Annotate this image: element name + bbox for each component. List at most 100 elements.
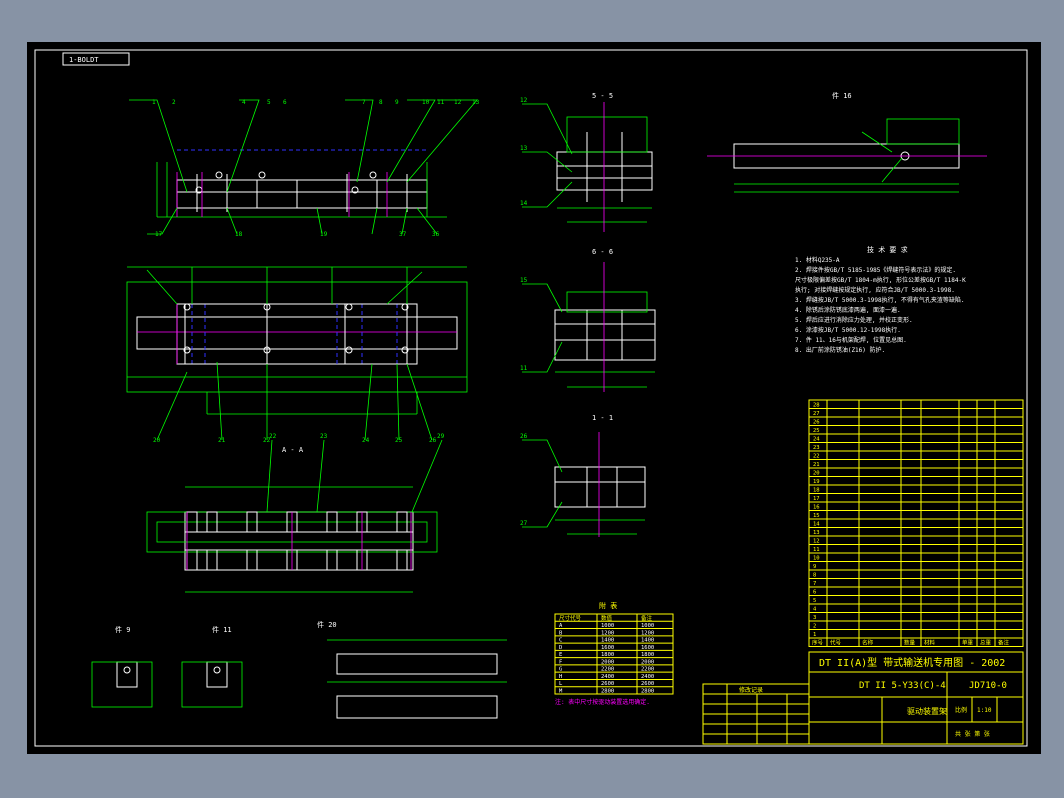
part-16-detail: 件 16 bbox=[707, 91, 987, 193]
bom-row-number: 22 bbox=[813, 454, 820, 460]
svg-text:7: 7 bbox=[362, 99, 366, 106]
bom-header-cell: 备注 bbox=[998, 639, 1010, 647]
svg-text:20: 20 bbox=[153, 437, 161, 444]
svg-text:12: 12 bbox=[454, 99, 462, 106]
bom-row-number: 11 bbox=[813, 547, 820, 553]
svg-text:2: 2 bbox=[172, 99, 176, 106]
svg-text:15: 15 bbox=[520, 277, 528, 284]
bom-row-number: 1 bbox=[813, 632, 816, 638]
bottom-view: 22 23 29 A - A bbox=[146, 433, 445, 593]
bom-row-number: 27 bbox=[813, 411, 820, 417]
svg-text:26: 26 bbox=[520, 433, 528, 440]
svg-text:修改记录: 修改记录 bbox=[739, 686, 763, 694]
svg-text:1: 1 bbox=[152, 99, 156, 106]
svg-text:17: 17 bbox=[155, 231, 163, 238]
svg-text:11: 11 bbox=[520, 365, 528, 372]
svg-text:比例: 比例 bbox=[955, 706, 967, 714]
svg-text:29: 29 bbox=[437, 433, 445, 440]
svg-text:共 张 第 张: 共 张 第 张 bbox=[955, 730, 990, 738]
table-cell: 2800 bbox=[601, 689, 614, 695]
svg-text:8. 出厂前涂防锈油(Z16) 防护.: 8. 出厂前涂防锈油(Z16) 防护. bbox=[795, 346, 885, 354]
bom-row-number: 9 bbox=[813, 564, 816, 570]
svg-text:4: 4 bbox=[242, 99, 246, 106]
table-cell: 备注 bbox=[641, 614, 653, 622]
bom-row-number: 28 bbox=[813, 403, 820, 409]
table-cell: 2800 bbox=[641, 689, 654, 695]
bom-row-number: 5 bbox=[813, 598, 816, 604]
bom-row-number: 16 bbox=[813, 505, 820, 511]
svg-text:36: 36 bbox=[432, 231, 440, 238]
svg-text:13: 13 bbox=[472, 99, 480, 106]
part-name: 驱动装置架 bbox=[907, 706, 947, 716]
svg-text:技 术 要 求: 技 术 要 求 bbox=[867, 245, 908, 254]
bom-header-cell: 材料 bbox=[924, 639, 936, 647]
bom-row-number: 3 bbox=[813, 615, 816, 621]
svg-text:A - A: A - A bbox=[282, 446, 304, 454]
detail-views: 件 9 件 11 件 20 bbox=[91, 620, 507, 719]
drawing-number: DT II 5-Y33(C)-4 bbox=[859, 681, 946, 691]
svg-text:23: 23 bbox=[320, 433, 328, 440]
svg-text:1. 材料Q235-A: 1. 材料Q235-A bbox=[795, 256, 840, 264]
svg-text:7. 件 11、16与机架配焊, 位置见总图.: 7. 件 11、16与机架配焊, 位置见总图. bbox=[795, 336, 907, 344]
svg-text:37: 37 bbox=[399, 231, 407, 238]
section-views: 5 - 5 121314 6 - 6 1511 1 - 1 2627 bbox=[520, 92, 656, 537]
cad-canvas[interactable]: 1-BOLDT 12 456 7 8 9 10 11 12 13 17 18 1… bbox=[27, 42, 1041, 754]
revision-block: 修改记录 bbox=[702, 683, 810, 745]
svg-text:12: 12 bbox=[520, 97, 528, 104]
bom-row-number: 15 bbox=[813, 513, 820, 519]
svg-text:21: 21 bbox=[218, 437, 226, 444]
svg-text:18: 18 bbox=[235, 231, 243, 238]
bom-row-number: 20 bbox=[813, 471, 820, 477]
bom-row-number: 4 bbox=[813, 607, 817, 613]
bom-header-cell: 单重 bbox=[962, 639, 974, 647]
table-cell: 数值 bbox=[601, 614, 613, 622]
bom-header-cell: 数量 bbox=[904, 639, 916, 647]
bom-row-number: 18 bbox=[813, 488, 820, 494]
svg-text:件 11: 件 11 bbox=[212, 625, 232, 634]
svg-text:5. 焊后应进行消除应力处理, 并校正变形.: 5. 焊后应进行消除应力处理, 并校正变形. bbox=[795, 316, 913, 324]
svg-text:3. 焊缝按JB/T 5000.3-1998执行, 不得有气: 3. 焊缝按JB/T 5000.3-1998执行, 不得有气孔夹渣等缺陷. bbox=[795, 296, 964, 304]
svg-text:4. 除锈后涂防锈底漆两遍, 面漆一遍.: 4. 除锈后涂防锈底漆两遍, 面漆一遍. bbox=[795, 306, 901, 314]
svg-text:5: 5 bbox=[267, 99, 271, 106]
bom-row-number: 7 bbox=[813, 581, 816, 587]
svg-text:件 9: 件 9 bbox=[115, 625, 130, 634]
bom-row-number: 12 bbox=[813, 539, 820, 545]
bom-row-number: 8 bbox=[813, 573, 816, 579]
svg-text:11: 11 bbox=[437, 99, 445, 106]
svg-text:件 20: 件 20 bbox=[317, 620, 337, 629]
svg-text:5 - 5: 5 - 5 bbox=[592, 92, 613, 100]
bom-row-number: 19 bbox=[813, 479, 820, 485]
bom-row-number: 24 bbox=[813, 437, 820, 443]
front-elevation-view: 12 456 789 10 11 12 13 17 18 19 37 36 bbox=[129, 99, 480, 238]
svg-text:附 表: 附 表 bbox=[599, 601, 617, 610]
series-title: DT II(A)型 带式输送机专用图 - 2002 bbox=[819, 656, 1005, 669]
bom-row-number: 23 bbox=[813, 445, 820, 451]
table-cell: 尺寸代号 bbox=[559, 614, 582, 622]
plan-view: 20 21 22 24 25 26 bbox=[126, 266, 468, 444]
svg-text:尺寸极限偏差按GB/T 1804-m执行, 形位公差按GB/: 尺寸极限偏差按GB/T 1804-m执行, 形位公差按GB/T 1184-K bbox=[795, 276, 966, 284]
bom-row-number: 26 bbox=[813, 420, 820, 426]
svg-text:6. 涂漆按JB/T 5000.12-1998执行.: 6. 涂漆按JB/T 5000.12-1998执行. bbox=[795, 326, 901, 334]
svg-text:14: 14 bbox=[520, 200, 528, 207]
bom-row-number: 21 bbox=[813, 462, 820, 468]
svg-text:26: 26 bbox=[429, 437, 437, 444]
svg-text:件 16: 件 16 bbox=[832, 91, 852, 100]
svg-text:9: 9 bbox=[395, 99, 399, 106]
bom-header-cell: 代号 bbox=[830, 639, 842, 647]
technical-requirements: 技 术 要 求 1. 材料Q235-A 2. 焊接件按GB/T 5185-198… bbox=[795, 245, 966, 354]
svg-text:1:10: 1:10 bbox=[977, 707, 992, 714]
drawing-frame bbox=[34, 49, 1028, 747]
svg-text:2. 焊接件按GB/T 5185-1985《焊缝符号表示法》: 2. 焊接件按GB/T 5185-1985《焊缝符号表示法》的规定. bbox=[795, 266, 956, 274]
title-block: DT II(A)型 带式输送机专用图 - 2002 DT II 5-Y33(C)… bbox=[808, 651, 1024, 745]
tag-label: 1-BOLDT bbox=[69, 56, 99, 64]
svg-text:6 - 6: 6 - 6 bbox=[592, 248, 613, 256]
bom-row-number: 13 bbox=[813, 530, 820, 536]
svg-text:19: 19 bbox=[320, 231, 328, 238]
code-number: JD710-0 bbox=[969, 681, 1007, 691]
svg-text:25: 25 bbox=[395, 437, 403, 444]
svg-text:8: 8 bbox=[379, 99, 383, 106]
bom-row-number: 2 bbox=[813, 624, 816, 630]
svg-text:注: 表中尺寸按驱动装置选用确定.: 注: 表中尺寸按驱动装置选用确定. bbox=[555, 698, 650, 706]
svg-text:22: 22 bbox=[269, 433, 277, 440]
bom-header-cell: 名称 bbox=[862, 639, 874, 647]
